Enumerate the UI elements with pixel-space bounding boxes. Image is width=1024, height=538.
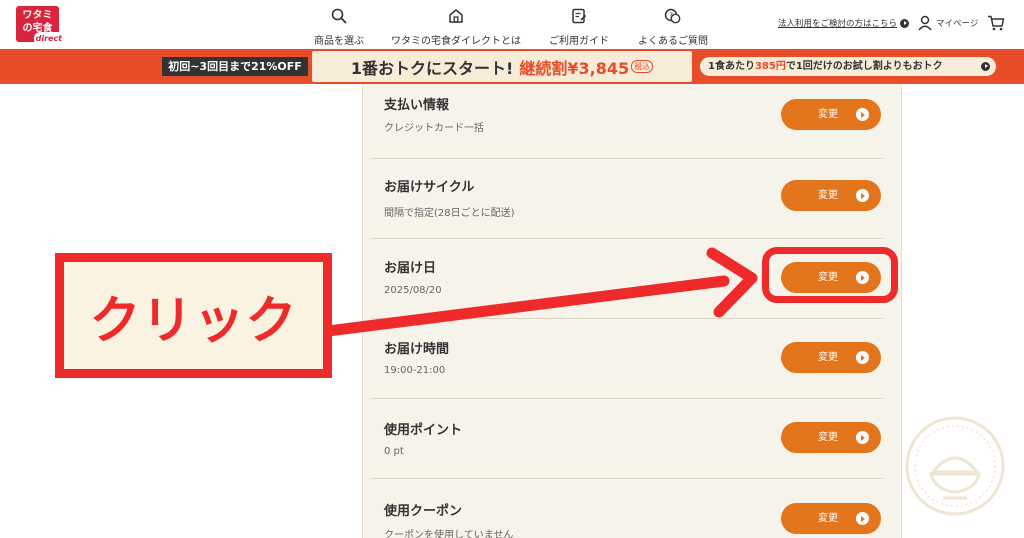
click-highlight-box (762, 247, 898, 303)
click-callout: クリック (55, 253, 332, 378)
click-callout-label: クリック (89, 291, 298, 351)
